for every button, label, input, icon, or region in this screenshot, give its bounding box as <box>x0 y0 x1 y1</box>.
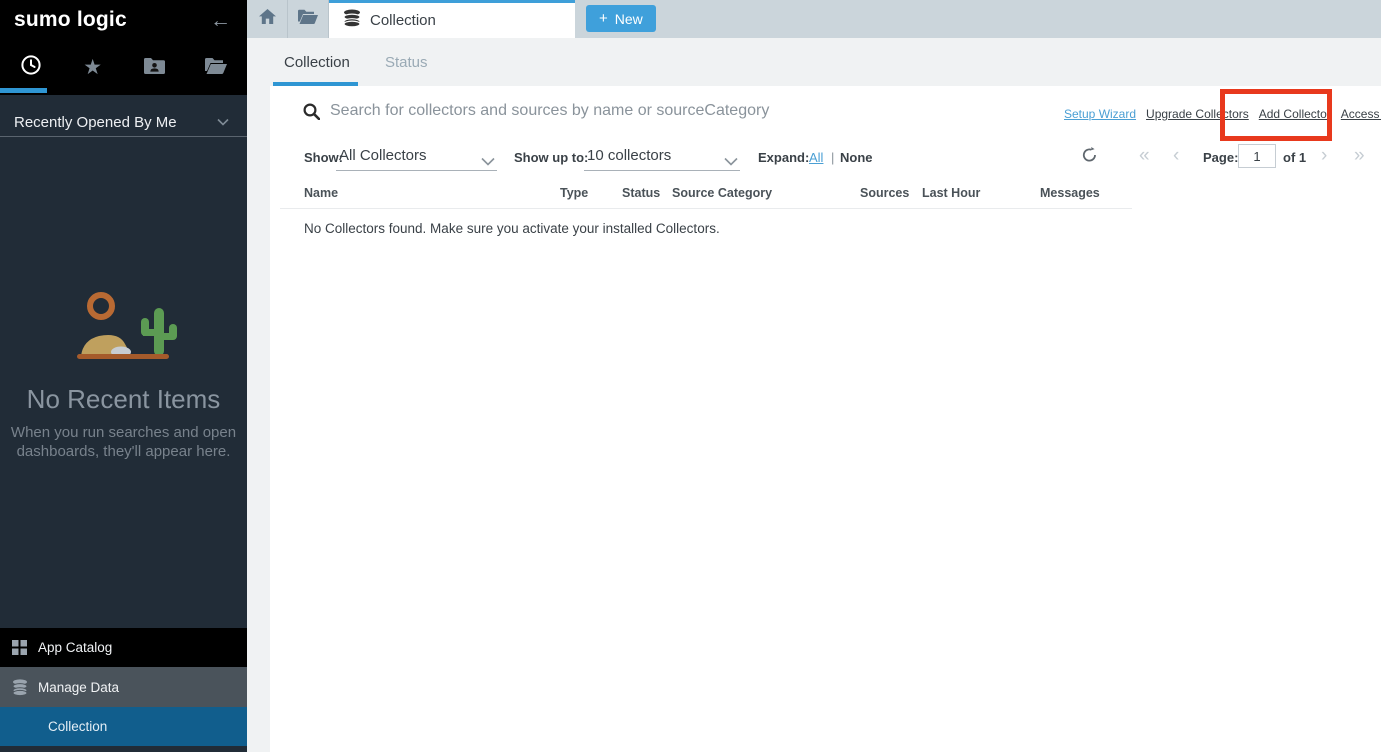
app-tab-label: Collection <box>370 12 436 29</box>
next-page-button[interactable]: › <box>1321 145 1327 167</box>
new-button[interactable]: + New <box>586 5 656 32</box>
sumo-logic-logo: sumo logic <box>14 8 127 32</box>
column-header-status[interactable]: Status <box>622 186 660 200</box>
sumo-logic-app: sumo logic ← ★ <box>0 0 1381 752</box>
sidebar-item-label: Collection <box>48 719 107 734</box>
active-tab-indicator <box>0 88 47 93</box>
sidebar-tab-favorites[interactable]: ★ <box>62 40 124 95</box>
shared-folder-icon <box>144 57 165 79</box>
home-icon <box>259 9 276 29</box>
column-header-messages[interactable]: Messages <box>1040 186 1100 200</box>
last-page-button[interactable]: » <box>1354 145 1365 167</box>
upgrade-collectors-link[interactable]: Upgrade Collectors <box>1146 107 1249 121</box>
column-header-type[interactable]: Type <box>560 186 588 200</box>
column-header-name[interactable]: Name <box>304 186 338 200</box>
sidebar-bottom-menu: App Catalog Manage Data Collection <box>0 628 247 746</box>
star-icon: ★ <box>83 57 102 78</box>
column-header-last-hour[interactable]: Last Hour <box>922 186 980 200</box>
collectors-table-header: Name Type Status Source Category Sources… <box>270 184 1381 208</box>
recent-filter-label: Recently Opened By Me <box>14 114 177 131</box>
sidebar-item-collection[interactable]: Collection <box>0 707 247 746</box>
sidebar-item-app-catalog[interactable]: App Catalog <box>0 628 247 667</box>
new-button-label: New <box>615 11 643 27</box>
open-folder-icon <box>205 57 227 79</box>
column-header-source-category[interactable]: Source Category <box>672 186 772 200</box>
page-number-input[interactable] <box>1238 144 1276 168</box>
folder-icon <box>298 9 318 29</box>
no-recent-items-caption: When you run searches and open dashboard… <box>0 423 247 461</box>
expand-label: Expand: <box>758 150 809 165</box>
show-dropdown[interactable]: All Collectors <box>336 145 497 171</box>
sidebar-nav-tabs: ★ <box>0 40 247 95</box>
collection-panel: Setup Wizard Upgrade Collectors Add Coll… <box>270 86 1381 752</box>
chevron-down-icon <box>217 113 229 131</box>
tab-status[interactable]: Status <box>385 54 428 71</box>
desert-illustration <box>63 288 183 368</box>
add-collector-link[interactable]: Add Collector <box>1259 107 1331 121</box>
database-icon <box>11 679 28 696</box>
filters-row: Show: All Collectors Show up to: 10 coll… <box>270 145 1381 171</box>
page-label: Page: <box>1203 150 1238 165</box>
plus-icon: + <box>599 10 608 27</box>
first-page-button[interactable]: « <box>1139 145 1150 167</box>
sidebar-item-label: App Catalog <box>38 640 112 655</box>
home-button[interactable] <box>247 0 288 38</box>
sidebar-tab-shared[interactable] <box>124 40 186 95</box>
search-icon <box>303 103 320 125</box>
show-up-to-label: Show up to: <box>514 150 588 165</box>
search-input[interactable] <box>330 98 990 124</box>
prev-page-button[interactable]: ‹ <box>1173 145 1179 167</box>
page-of-label: of 1 <box>1283 150 1306 165</box>
recent-filter-dropdown[interactable]: Recently Opened By Me <box>0 108 247 137</box>
sidebar-tab-library[interactable] <box>185 40 247 95</box>
sidebar-item-label: Manage Data <box>38 680 119 695</box>
page-tab-bar: Collection Status <box>247 38 1381 86</box>
chevron-down-icon <box>481 153 495 171</box>
table-header-divider <box>280 208 1132 209</box>
sidebar-tab-recent[interactable] <box>0 40 62 95</box>
show-dropdown-value: All Collectors <box>339 147 427 164</box>
refresh-icon[interactable] <box>1082 147 1097 168</box>
expand-separator: | <box>831 150 834 165</box>
access-keys-link[interactable]: Access Keys <box>1341 107 1381 121</box>
expand-none-link[interactable]: None <box>840 150 873 165</box>
collection-app-tab[interactable]: Collection <box>329 0 575 38</box>
database-icon <box>343 9 361 32</box>
sun-ring <box>90 295 112 317</box>
sidebar-collapse-icon[interactable]: ← <box>210 10 231 31</box>
clock-icon <box>20 54 42 81</box>
tab-collection[interactable]: Collection <box>284 54 350 71</box>
library-button[interactable] <box>288 0 329 38</box>
sidebar-header: sumo logic ← ★ <box>0 0 247 95</box>
expand-all-link[interactable]: All <box>809 150 823 165</box>
sidebar-item-manage-data[interactable]: Manage Data <box>0 667 247 707</box>
chevron-down-icon <box>724 153 738 171</box>
toolbar-links: Setup Wizard Upgrade Collectors Add Coll… <box>1064 107 1381 121</box>
app-grid-icon <box>11 640 28 655</box>
main-area: Collection + New Collection Status Setup… <box>247 0 1381 752</box>
show-up-to-value: 10 collectors <box>587 147 671 164</box>
app-tab-strip: Collection + New <box>247 0 1381 38</box>
column-header-sources[interactable]: Sources <box>860 186 909 200</box>
sidebar: sumo logic ← ★ <box>0 0 247 752</box>
show-up-to-dropdown[interactable]: 10 collectors <box>584 145 740 171</box>
empty-table-message: No Collectors found. Make sure you activ… <box>304 221 720 236</box>
setup-wizard-link[interactable]: Setup Wizard <box>1064 107 1136 121</box>
no-recent-items-title: No Recent Items <box>0 384 247 415</box>
